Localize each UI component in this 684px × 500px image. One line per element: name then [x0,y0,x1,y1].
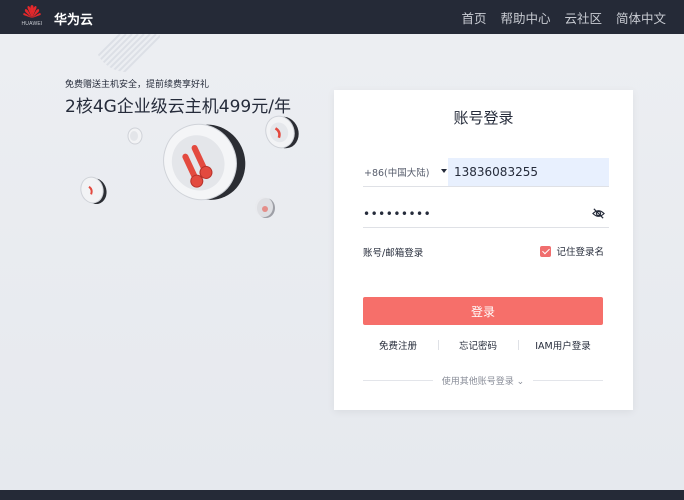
remember-label: 记住登录名 [556,247,604,258]
login-title: 账号登录 [453,109,514,127]
forgot-password-link[interactable]: 忘记密码 [443,338,513,352]
brand-name[interactable]: 华为云 [54,9,93,28]
logo-wordmark: HUAWEI [21,21,43,27]
remember-login-checkbox[interactable]: 记住登录名 [540,244,604,258]
nav-help-center[interactable]: 帮助中心 [500,8,550,27]
password-input[interactable] [363,200,583,227]
phone-field-row: +86(中国大陆) [363,158,609,187]
iam-user-login-link[interactable]: IAM用户登录 [523,338,603,352]
divider [437,340,439,350]
chevron-down-icon[interactable] [441,169,447,173]
login-card: 账号登录 +86(中国大陆) 账号/邮箱登录 记住登录名 登录 免费注册 忘记密… [334,90,633,410]
huawei-logo[interactable]: HUAWEI [20,4,44,31]
other-login-section: 使用其他账号登录 ⌄ [363,374,603,387]
hero-illustration [80,115,299,218]
hero-subtitle: 免费赠送主机安全，提前续费享好礼 [65,80,210,90]
top-nav: 首页 帮助中心 云社区 简体中文 [461,0,666,34]
nav-home[interactable]: 首页 [461,8,486,27]
auxiliary-links: 免费注册 忘记密码 IAM用户登录 [363,338,603,352]
top-bar: HUAWEI 华为云 首页 帮助中心 云社区 简体中文 [0,0,684,34]
bottom-bar [0,490,684,500]
divider [517,340,519,350]
decorative-stripes [94,34,160,72]
hide-password-icon[interactable] [592,207,605,220]
phone-input[interactable] [448,158,609,186]
country-code-select[interactable]: +86(中国大陆) [363,158,449,186]
nav-language[interactable]: 简体中文 [616,8,666,27]
huawei-logo-icon [23,5,41,18]
login-button[interactable]: 登录 [363,297,603,325]
account-email-login-link[interactable]: 账号/邮箱登录 [363,245,423,259]
other-account-login-toggle[interactable]: 使用其他账号登录 ⌄ [363,374,603,387]
checkbox-checked-icon[interactable] [540,245,552,257]
password-field-row [363,200,609,228]
country-code-label: +86(中国大陆) [364,168,430,179]
nav-community[interactable]: 云社区 [564,8,602,27]
register-link[interactable]: 免费注册 [363,338,433,352]
